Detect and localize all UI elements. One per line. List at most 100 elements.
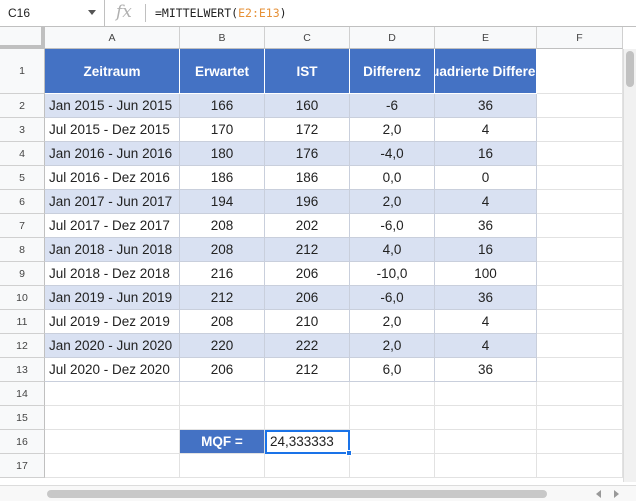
select-all-corner[interactable] [0, 27, 45, 49]
row-header-2[interactable]: 2 [0, 94, 45, 118]
empty-cell[interactable] [350, 454, 435, 478]
row-header-13[interactable]: 13 [0, 358, 45, 382]
table-cell[interactable]: 4 [435, 190, 537, 214]
empty-cell[interactable] [537, 142, 623, 166]
column-header-a[interactable]: A [45, 27, 180, 49]
row-header-6[interactable]: 6 [0, 190, 45, 214]
table-cell[interactable]: Jan 2015 - Jun 2015 [45, 94, 180, 118]
table-cell[interactable]: 208 [180, 310, 265, 334]
empty-cell[interactable] [537, 49, 623, 94]
empty-cell[interactable] [435, 406, 537, 430]
table-cell[interactable]: 16 [435, 142, 537, 166]
table-cell[interactable]: 0,0 [350, 166, 435, 190]
table-cell[interactable]: 4,0 [350, 238, 435, 262]
empty-cell[interactable] [537, 310, 623, 334]
empty-cell[interactable] [537, 94, 623, 118]
empty-cell[interactable] [537, 358, 623, 382]
column-header-d[interactable]: D [350, 27, 435, 49]
mqf-value-cell[interactable]: 24,333333 [265, 430, 350, 454]
table-cell[interactable]: 194 [180, 190, 265, 214]
table-cell[interactable]: 210 [265, 310, 350, 334]
table-cell[interactable]: 4 [435, 310, 537, 334]
table-cell[interactable]: Jan 2016 - Jun 2016 [45, 142, 180, 166]
table-cell[interactable]: Jan 2017 - Jun 2017 [45, 190, 180, 214]
table-cell[interactable]: 222 [265, 334, 350, 358]
chevron-down-icon[interactable] [88, 10, 96, 15]
table-cell[interactable]: 176 [265, 142, 350, 166]
table-cell[interactable]: 100 [435, 262, 537, 286]
table-cell[interactable]: 220 [180, 334, 265, 358]
table-cell[interactable]: Jan 2019 - Jun 2019 [45, 286, 180, 310]
empty-cell[interactable] [45, 406, 180, 430]
table-cell[interactable]: 166 [180, 94, 265, 118]
column-header-f[interactable]: F [537, 27, 623, 49]
empty-cell[interactable] [537, 118, 623, 142]
table-cell[interactable]: Jul 2018 - Dez 2018 [45, 262, 180, 286]
table-cell[interactable]: 36 [435, 94, 537, 118]
row-header-4[interactable]: 4 [0, 142, 45, 166]
table-header-cell[interactable]: IST [265, 49, 350, 94]
fill-handle[interactable] [346, 450, 352, 456]
table-cell[interactable]: Jul 2020 - Dez 2020 [45, 358, 180, 382]
table-cell[interactable]: Jul 2019 - Dez 2019 [45, 310, 180, 334]
table-cell[interactable]: 36 [435, 214, 537, 238]
empty-cell[interactable] [435, 454, 537, 478]
scroll-left-icon[interactable] [596, 490, 601, 498]
empty-cell[interactable] [537, 214, 623, 238]
vertical-scrollbar[interactable] [623, 49, 636, 482]
scroll-right-icon[interactable] [614, 490, 619, 498]
row-header-15[interactable]: 15 [0, 406, 45, 430]
table-cell[interactable]: 6,0 [350, 358, 435, 382]
empty-cell[interactable] [435, 382, 537, 406]
name-box[interactable]: C16 [0, 0, 105, 26]
table-cell[interactable]: 2,0 [350, 334, 435, 358]
row-header-1[interactable]: 1 [0, 49, 45, 94]
empty-cell[interactable] [180, 454, 265, 478]
table-cell[interactable]: Jul 2017 - Dez 2017 [45, 214, 180, 238]
column-header-e[interactable]: E [435, 27, 537, 49]
empty-cell[interactable] [265, 406, 350, 430]
empty-cell[interactable] [537, 454, 623, 478]
row-header-3[interactable]: 3 [0, 118, 45, 142]
empty-cell[interactable] [180, 382, 265, 406]
empty-cell[interactable] [350, 382, 435, 406]
table-cell[interactable]: 0 [435, 166, 537, 190]
table-cell[interactable]: 196 [265, 190, 350, 214]
table-cell[interactable]: 212 [265, 358, 350, 382]
row-header-7[interactable]: 7 [0, 214, 45, 238]
table-cell[interactable]: -10,0 [350, 262, 435, 286]
table-cell[interactable]: 36 [435, 358, 537, 382]
row-header-12[interactable]: 12 [0, 334, 45, 358]
row-header-11[interactable]: 11 [0, 310, 45, 334]
table-cell[interactable]: 216 [180, 262, 265, 286]
table-cell[interactable]: Jul 2016 - Dez 2016 [45, 166, 180, 190]
row-header-16[interactable]: 16 [0, 430, 45, 454]
empty-cell[interactable] [537, 286, 623, 310]
table-cell[interactable]: 186 [265, 166, 350, 190]
empty-cell[interactable] [265, 382, 350, 406]
table-cell[interactable]: 206 [180, 358, 265, 382]
empty-cell[interactable] [45, 430, 180, 454]
table-cell[interactable]: 16 [435, 238, 537, 262]
table-cell[interactable]: -6,0 [350, 286, 435, 310]
table-cell[interactable]: 206 [265, 262, 350, 286]
table-cell[interactable]: 212 [180, 286, 265, 310]
column-header-c[interactable]: C [265, 27, 350, 49]
empty-cell[interactable] [537, 430, 623, 454]
table-cell[interactable]: 4 [435, 118, 537, 142]
row-header-10[interactable]: 10 [0, 286, 45, 310]
empty-cell[interactable] [537, 334, 623, 358]
table-cell[interactable]: 208 [180, 214, 265, 238]
empty-cell[interactable] [45, 454, 180, 478]
empty-cell[interactable] [537, 190, 623, 214]
empty-cell[interactable] [350, 430, 435, 454]
table-cell[interactable]: 180 [180, 142, 265, 166]
empty-cell[interactable] [537, 166, 623, 190]
empty-cell[interactable] [435, 430, 537, 454]
table-cell[interactable]: 2,0 [350, 310, 435, 334]
column-header-b[interactable]: B [180, 27, 265, 49]
empty-cell[interactable] [180, 406, 265, 430]
table-cell[interactable]: Jul 2015 - Dez 2015 [45, 118, 180, 142]
table-cell[interactable]: Jan 2020 - Jun 2020 [45, 334, 180, 358]
table-cell[interactable]: 4 [435, 334, 537, 358]
